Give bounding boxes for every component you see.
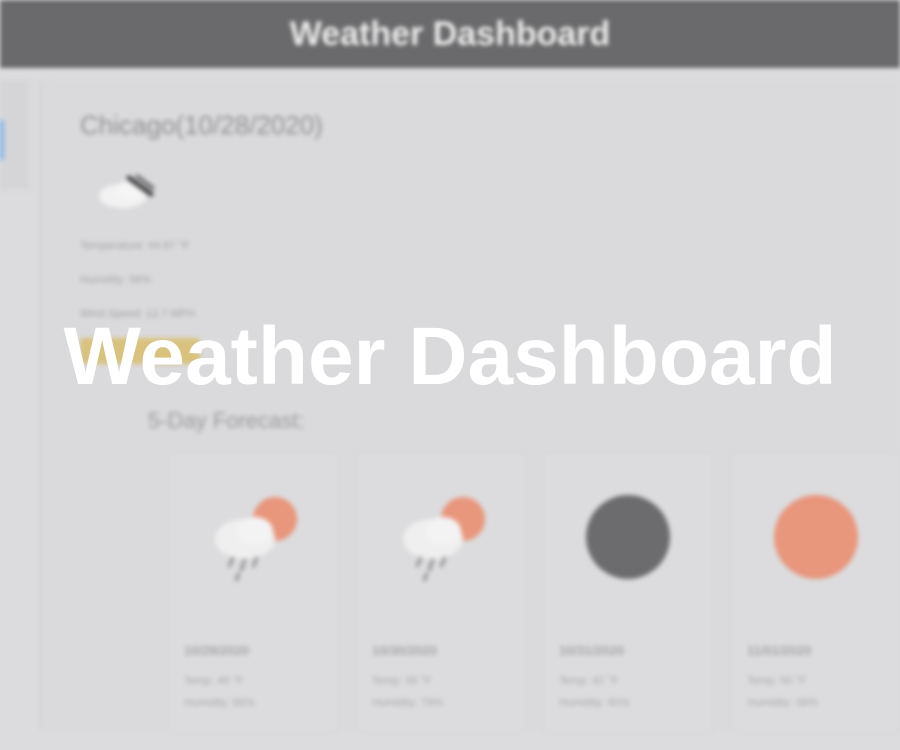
forecast-temp: Temp: 50 °F (747, 675, 807, 687)
current-weather-panel: Chicago(10/28/2020) Temperature: 44.87 °… (45, 80, 900, 732)
sun-rain-icon (403, 497, 485, 582)
forecast-card: 10/29/2020 Temp: 48 °F Humidity: 66% (167, 452, 339, 732)
content-area: Chicago(10/28/2020) Temperature: 44.87 °… (0, 68, 900, 750)
page: Weather Dashboard Chicago(10/28/2020) Te… (0, 0, 900, 750)
sun-icon (774, 495, 858, 579)
search-sidebar (0, 80, 30, 190)
forecast-card: 10/31/2020 Temp: 42 °F Humidity: 60% (542, 452, 714, 732)
forecast-card: 10/30/2020 Temp: 39 °F Humidity: 79% (355, 452, 527, 732)
forecast-humidity: Humidity: 38% (747, 697, 818, 709)
overlay-title: Weather Dashboard (63, 311, 837, 402)
city-heading: Chicago(10/28/2020) (80, 110, 323, 140)
forecast-humidity: Humidity: 60% (559, 697, 630, 709)
forecast-date: 10/30/2020 (372, 643, 438, 658)
forecast-humidity: Humidity: 79% (372, 697, 443, 709)
forecast-date: 10/31/2020 (559, 643, 625, 658)
header-bar: Weather Dashboard (0, 0, 900, 68)
search-input-edge[interactable] (0, 120, 4, 160)
forecast-date: 10/29/2020 (184, 643, 250, 658)
forecast-date: 11/01/2020 (747, 643, 812, 658)
current-temperature: Temperature: 44.87 °F (80, 240, 190, 252)
forecast-humidity: Humidity: 66% (184, 697, 255, 709)
forecast-temp: Temp: 42 °F (559, 675, 619, 687)
current-humidity: Humidity: 58% (80, 274, 151, 286)
forecast-heading: 5-Day Forecast: (148, 408, 305, 433)
moon-icon (586, 495, 670, 579)
forecast-temp: Temp: 39 °F (372, 675, 432, 687)
header-title: Weather Dashboard (289, 14, 611, 53)
rain-cloud-icon (99, 174, 155, 208)
forecast-temp: Temp: 48 °F (184, 675, 244, 687)
sun-rain-icon (215, 497, 297, 582)
forecast-card: 11/01/2020 Temp: 50 °F Humidity: 38% (730, 452, 900, 732)
sidebar-divider (40, 80, 42, 730)
